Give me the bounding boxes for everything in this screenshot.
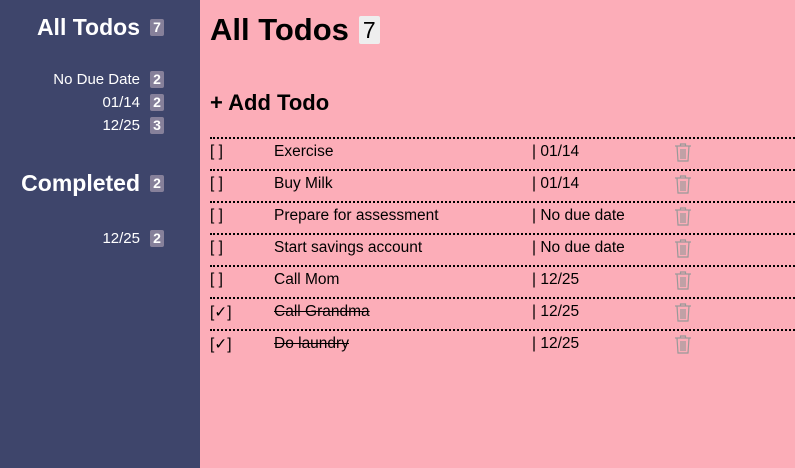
todo-due-date: | 12/25 bbox=[532, 335, 580, 352]
trash-icon[interactable] bbox=[674, 334, 692, 359]
trash-icon[interactable] bbox=[674, 238, 692, 263]
sidebar-all-todos-heading[interactable]: All Todos 7 bbox=[37, 14, 164, 41]
sidebar-item-count: 2 bbox=[150, 71, 164, 88]
todo-checkbox[interactable]: [ ] bbox=[210, 175, 223, 193]
sidebar-item-completed-12-25[interactable]: 12/25 2 bbox=[21, 227, 164, 250]
todo-checkbox[interactable]: [ ] bbox=[210, 239, 223, 257]
sidebar: All Todos 7 No Due Date 2 01/14 2 12/25 … bbox=[0, 0, 200, 468]
sidebar-all-todos-count: 7 bbox=[150, 19, 164, 36]
sidebar-completed-label: Completed bbox=[21, 170, 140, 196]
page-title: All Todos 7 bbox=[210, 12, 380, 48]
todo-row: [✓] Call Grandma | 12/25 bbox=[210, 297, 795, 329]
sidebar-item-label: 12/25 bbox=[102, 230, 140, 247]
todo-title[interactable]: Call Mom bbox=[274, 271, 339, 289]
todo-checkbox[interactable]: [✓] bbox=[210, 303, 232, 322]
todo-checkbox[interactable]: [ ] bbox=[210, 143, 223, 161]
todo-title[interactable]: Do laundry bbox=[274, 335, 349, 353]
sidebar-item-01-14[interactable]: 01/14 2 bbox=[37, 91, 164, 114]
sidebar-all-todos-label: All Todos bbox=[36, 14, 140, 40]
todo-due-date: | 12/25 bbox=[532, 303, 580, 320]
trash-icon[interactable] bbox=[674, 302, 692, 327]
trash-icon[interactable] bbox=[674, 142, 692, 167]
sidebar-item-12-25[interactable]: 12/25 3 bbox=[37, 114, 164, 137]
todo-list: [ ] Exercise | 01/14 [ ] Buy Milk | 01/14 [ ] P… bbox=[210, 137, 795, 361]
sidebar-item-label: No Due Date bbox=[53, 71, 140, 88]
sidebar-item-count: 2 bbox=[150, 230, 164, 247]
page-title-count: 7 bbox=[358, 16, 380, 44]
add-todo-button[interactable]: + Add Todo bbox=[210, 90, 329, 116]
todo-row: [ ] Prepare for assessment | No due date bbox=[210, 201, 795, 233]
todo-title[interactable]: Exercise bbox=[274, 143, 333, 161]
sidebar-completed-count: 2 bbox=[150, 175, 164, 192]
todo-due-date: | 01/14 bbox=[532, 143, 580, 160]
todo-due-date: | No due date bbox=[532, 239, 625, 256]
sidebar-completed-section: Completed 2 12/25 2 bbox=[21, 170, 164, 250]
todo-due-date: | 12/25 bbox=[532, 271, 580, 288]
main-content: All Todos 7 + Add Todo [ ] Exercise | 01/1… bbox=[200, 0, 795, 468]
todo-row: [ ] Exercise | 01/14 bbox=[210, 137, 795, 169]
todo-title[interactable]: Prepare for assessment bbox=[274, 207, 439, 225]
sidebar-item-label: 01/14 bbox=[102, 94, 140, 111]
trash-icon[interactable] bbox=[674, 206, 692, 231]
todo-row: [ ] Start savings account | No due date bbox=[210, 233, 795, 265]
sidebar-item-count: 2 bbox=[150, 94, 164, 111]
sidebar-completed-heading[interactable]: Completed 2 bbox=[21, 170, 164, 197]
todo-due-date: | No due date bbox=[532, 207, 625, 224]
sidebar-item-no-due-date[interactable]: No Due Date 2 bbox=[37, 68, 164, 91]
todo-row: [ ] Call Mom | 12/25 bbox=[210, 265, 795, 297]
page-title-label: All Todos bbox=[210, 12, 349, 47]
sidebar-item-label: 12/25 bbox=[102, 117, 140, 134]
todo-title[interactable]: Call Grandma bbox=[274, 303, 370, 321]
todo-row: [✓] Do laundry | 12/25 bbox=[210, 329, 795, 361]
todo-row: [ ] Buy Milk | 01/14 bbox=[210, 169, 795, 201]
todo-checkbox[interactable]: [ ] bbox=[210, 207, 223, 225]
todo-due-date: | 01/14 bbox=[532, 175, 580, 192]
sidebar-item-count: 3 bbox=[150, 117, 164, 134]
todo-title[interactable]: Buy Milk bbox=[274, 175, 333, 193]
trash-icon[interactable] bbox=[674, 174, 692, 199]
todo-checkbox[interactable]: [ ] bbox=[210, 271, 223, 289]
todo-checkbox[interactable]: [✓] bbox=[210, 335, 232, 354]
sidebar-all-section: All Todos 7 No Due Date 2 01/14 2 12/25 … bbox=[37, 14, 164, 137]
todo-title[interactable]: Start savings account bbox=[274, 239, 422, 257]
trash-icon[interactable] bbox=[674, 270, 692, 295]
